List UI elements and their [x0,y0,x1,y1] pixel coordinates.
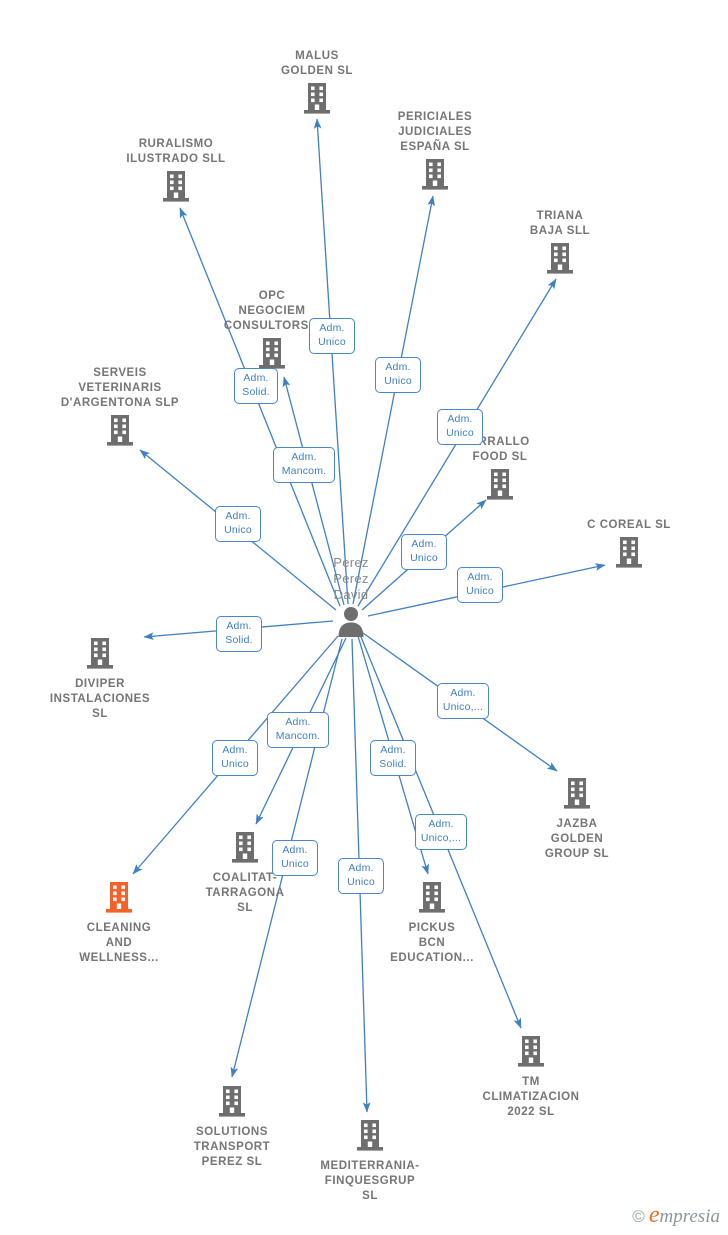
building-icon [30,636,170,675]
edge-label-l-pickus-sol[interactable]: Adm. Solid. [370,740,416,776]
building-icon [357,1120,383,1151]
node-label-jazba: JAZBA GOLDEN GROUP SL [544,818,610,860]
building-icon [232,832,258,863]
building-icon [259,338,285,369]
edge-label-l-opc[interactable]: Adm. Solid. [234,368,278,404]
edge-ruralismo [179,207,341,607]
node-label-pickus: PICKUS BCN EDUCATION... [390,922,474,964]
node-label-solutions: SOLUTIONS TRANSPORT PEREZ SL [193,1126,271,1168]
brand-initial: e [648,1202,660,1228]
building-icon [365,157,505,196]
edge-label-l-triana[interactable]: Adm. Unico [437,409,483,445]
building-icon [419,882,445,913]
edge-label-l-cerrallo[interactable]: Adm. Unico [401,534,447,570]
node-label-ccoreal: C COREAL SL [587,519,671,531]
building-icon [49,880,189,919]
company-node-cleaning[interactable]: CLEANING AND WELLNESS... [49,880,189,966]
copyright-icon: © [632,1207,645,1226]
building-icon [304,83,330,114]
node-label-cleaning: CLEANING AND WELLNESS... [79,922,159,964]
edge-label-l-jazba[interactable]: Adm. Unico,... [437,683,489,719]
network-diagram-canvas: MALUS GOLDEN SL PERICIALES JUDICIALES ESP… [0,0,728,1235]
company-node-serveis[interactable]: SERVEIS VETERINARIS D'ARGENTONA SLP [50,366,190,452]
building-icon [547,243,573,274]
building-icon [162,1084,302,1123]
building-icon [106,169,246,208]
person-node[interactable]: Perez Perez David [281,555,421,642]
node-label-periciales: PERICIALES JUDICIALES ESPAÑA SL [397,111,473,153]
building-icon [50,413,190,452]
edge-label-l-mediterrania[interactable]: Adm. Unico [338,858,384,894]
node-label-mediterrania: MEDITERRANIA- FINQUESGRUP SL [320,1160,420,1202]
building-icon [490,241,630,280]
edge-label-l-solutions[interactable]: Adm. Unico [272,840,318,876]
node-label-coalitat: COALITAT- TARRAGONA SL [205,872,285,914]
brand-rest: mpresia [659,1206,720,1227]
company-node-solutions[interactable]: SOLUTIONS TRANSPORT PEREZ SL [162,1084,302,1170]
person-icon [281,605,421,642]
company-node-periciales[interactable]: PERICIALES JUDICIALES ESPAÑA SL [365,110,505,196]
building-icon [564,778,590,809]
building-icon [461,1034,601,1073]
building-icon [106,882,132,913]
building-icon [507,776,647,815]
node-label-serveis: SERVEIS VETERINARIS D'ARGENTONA SLP [60,367,180,409]
person-icon [338,607,364,637]
building-icon [219,1086,245,1117]
node-label-triana: TRIANA BAJA SLL [529,210,591,237]
node-label-ruralismo: RURALISMO ILUSTRADO SLL [126,138,226,165]
company-node-tmclima[interactable]: TM CLIMATIZACION 2022 SL [461,1034,601,1120]
edge-label-l-cleaning[interactable]: Adm. Mancom. [267,712,329,748]
company-node-ccoreal[interactable]: C COREAL SL [559,518,699,574]
edge-label-l-tmclima[interactable]: Adm. Unico,... [415,814,467,850]
company-node-triana[interactable]: TRIANA BAJA SLL [490,209,630,280]
edge-label-l-ccoreal[interactable]: Adm. Unico [457,567,503,603]
edge-label-l-diviper[interactable]: Adm. Solid. [216,616,262,652]
node-label-diviper: DIVIPER INSTALACIONES SL [49,678,151,720]
node-label-tmclima: TM CLIMATIZACION 2022 SL [482,1076,580,1118]
brand-name: empresia [649,1203,720,1227]
company-node-diviper[interactable]: DIVIPER INSTALACIONES SL [30,636,170,722]
watermark: © empresia [632,1203,720,1227]
company-node-mediterrania[interactable]: MEDITERRANIA- FINQUESGRUP SL [300,1118,440,1204]
building-icon [87,638,113,669]
company-node-pickus[interactable]: PICKUS BCN EDUCATION... [362,880,502,966]
edge-label-l-coalitat[interactable]: Adm. Unico [212,740,258,776]
building-icon [430,467,570,506]
edge-label-l-ruralismo[interactable]: Adm. Mancom. [273,447,335,483]
edge-label-l-malus[interactable]: Adm. Unico [309,318,355,354]
edge-label-l-serveis[interactable]: Adm. Unico [215,506,261,542]
company-node-ruralismo[interactable]: RURALISMO ILUSTRADO SLL [106,137,246,208]
building-icon [559,535,699,574]
node-label-person: Perez Perez David [333,555,369,602]
edge-label-l-periciales[interactable]: Adm. Unico [375,357,421,393]
building-icon [107,415,133,446]
building-icon [487,469,513,500]
building-icon [616,537,642,568]
building-icon [518,1036,544,1067]
building-icon [422,159,448,190]
company-node-cerrallo[interactable]: ERRALLO FOOD SL [430,435,570,506]
building-icon [300,1118,440,1157]
node-label-malus: MALUS GOLDEN SL [280,50,354,77]
building-icon [163,171,189,202]
company-node-jazba[interactable]: JAZBA GOLDEN GROUP SL [507,776,647,862]
